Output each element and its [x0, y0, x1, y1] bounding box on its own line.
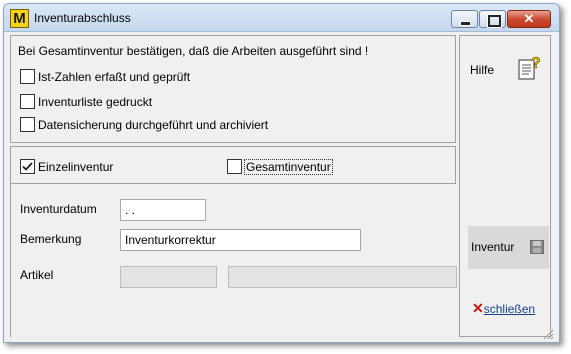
checklist-panel: Bei Gesamtinventur bestätigen, daß die A…: [10, 35, 456, 143]
checkbox-ist-zahlen[interactable]: Ist-Zahlen erfaßt und geprüft: [20, 69, 191, 85]
maximize-icon: [487, 14, 502, 28]
svg-text:?: ?: [531, 55, 541, 72]
resize-grip-icon[interactable]: [540, 326, 554, 340]
checkbox-label: Ist-Zahlen erfaßt und geprüft: [38, 69, 191, 84]
date-input[interactable]: . .: [120, 199, 206, 221]
inventur-label: Inventur: [471, 240, 515, 254]
inventur-button[interactable]: Inventur: [468, 226, 549, 269]
checkbox-inventurliste[interactable]: Inventurliste gedruckt: [20, 94, 153, 110]
close-dialog-link[interactable]: ✕schließen: [472, 300, 535, 317]
maximize-button[interactable]: [479, 10, 506, 28]
inventory-type-panel: Einzelinventur Gesamtinventur: [10, 146, 456, 184]
title-bar[interactable]: M Inventurabschluss ✕: [4, 4, 559, 32]
app-logo-icon: M: [10, 9, 29, 28]
checkmark-icon: [22, 162, 33, 172]
dialog-window: M Inventurabschluss ✕ Bei Gesamtinventur…: [3, 3, 560, 343]
fields-panel: Inventurdatum . . Bemerkung Inventurkorr…: [10, 184, 457, 337]
checklist-heading: Bei Gesamtinventur bestätigen, daß die A…: [18, 44, 369, 58]
date-label: Inventurdatum: [20, 202, 97, 216]
article-label: Artikel: [20, 268, 54, 282]
article-name-input: [228, 266, 457, 288]
checkbox-box[interactable]: [20, 94, 35, 110]
close-icon: ✕: [523, 11, 535, 26]
close-window-button[interactable]: ✕: [507, 10, 551, 28]
article-number-input: [120, 266, 217, 288]
help-document-icon[interactable]: ?: [517, 54, 543, 82]
help-label: Hilfe: [470, 63, 495, 77]
checkbox-box[interactable]: [20, 69, 35, 85]
checkbox-box-checked[interactable]: [20, 159, 35, 175]
close-link-label: schließen: [483, 302, 536, 316]
checkbox-box[interactable]: [227, 159, 242, 175]
save-disk-icon: [530, 240, 544, 254]
checkbox-box[interactable]: [20, 117, 35, 133]
remark-label: Bemerkung: [20, 232, 82, 246]
minimize-icon: [460, 21, 471, 26]
minimize-button[interactable]: [451, 10, 478, 28]
checkbox-label: Datensicherung durchgeführt und archivie…: [38, 117, 269, 132]
remark-input[interactable]: Inventurkorrektur: [120, 229, 361, 251]
checkbox-datensicherung[interactable]: Datensicherung durchgeführt und archivie…: [20, 117, 269, 133]
checkbox-label: Inventurliste gedruckt: [38, 94, 153, 109]
window-title: Inventurabschluss: [34, 11, 131, 25]
checkbox-einzelinventur[interactable]: Einzelinventur: [20, 159, 114, 175]
checkbox-gesamtinventur[interactable]: Gesamtinventur: [227, 158, 333, 175]
red-x-icon: ✕: [472, 300, 484, 316]
checkbox-label: Gesamtinventur: [244, 158, 333, 175]
help-button[interactable]: Hilfe: [470, 63, 494, 77]
checkbox-label: Einzelinventur: [38, 159, 114, 174]
